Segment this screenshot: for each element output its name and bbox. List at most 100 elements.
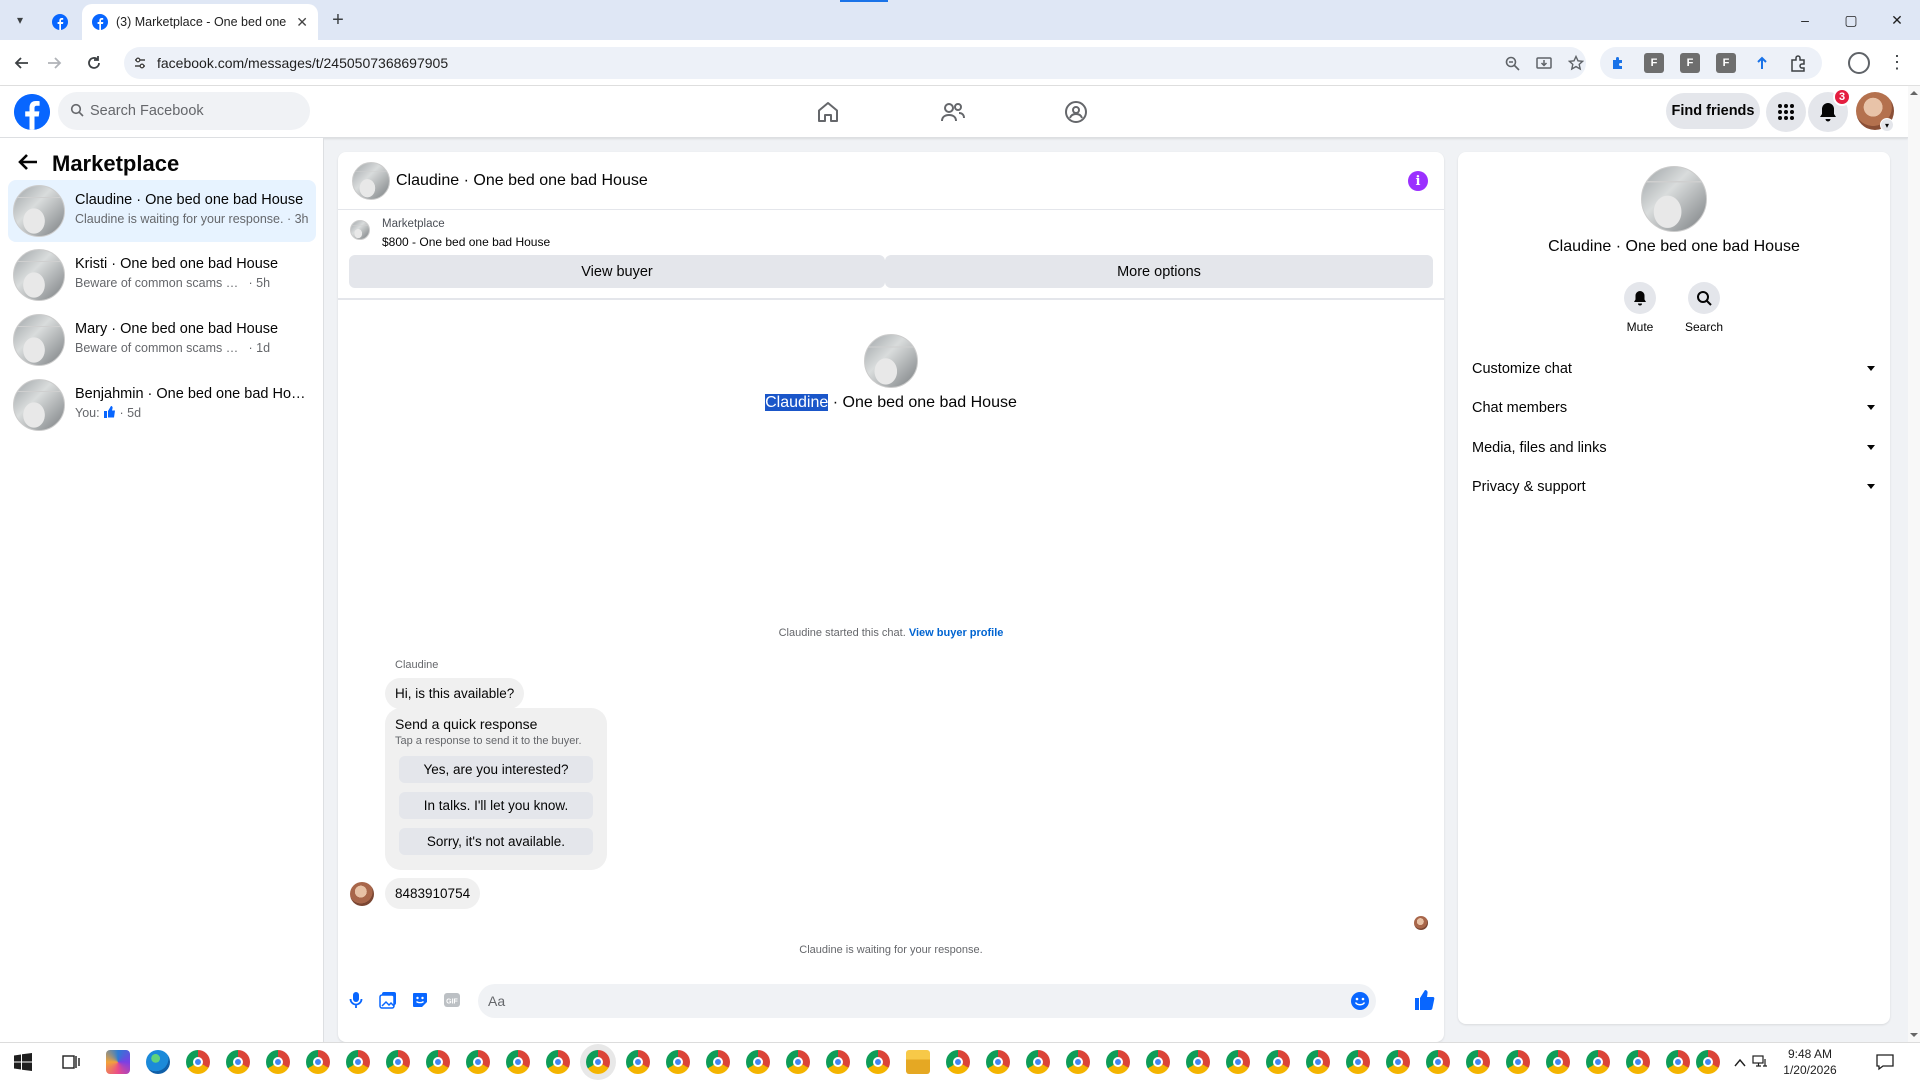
forward-icon[interactable] <box>42 51 66 75</box>
chrome-taskbar-icon[interactable] <box>1146 1050 1170 1074</box>
chrome-taskbar-icon[interactable] <box>1266 1050 1290 1074</box>
back-arrow-icon[interactable] <box>18 150 38 178</box>
copilot-icon[interactable] <box>106 1050 130 1074</box>
new-tab-button[interactable]: + <box>326 8 350 32</box>
site-info-icon[interactable] <box>130 53 150 73</box>
chrome-taskbar-icon[interactable] <box>226 1050 250 1074</box>
puzzle-extension-icon[interactable] <box>1608 53 1628 73</box>
chrome-taskbar-icon[interactable] <box>1026 1050 1050 1074</box>
restore-button[interactable]: ▢ <box>1828 0 1874 40</box>
chrome-taskbar-icon[interactable] <box>1306 1050 1330 1074</box>
chrome-taskbar-icon[interactable] <box>546 1050 570 1074</box>
chrome-taskbar-icon[interactable] <box>1186 1050 1210 1074</box>
photo-icon[interactable] <box>378 990 398 1010</box>
chrome-taskbar-icon[interactable] <box>1066 1050 1090 1074</box>
chrome-taskbar-icon[interactable] <box>1546 1050 1570 1074</box>
incoming-message-bubble[interactable]: Hi, is this available? <box>385 678 525 709</box>
chrome-taskbar-icon[interactable] <box>1106 1050 1130 1074</box>
chrome-taskbar-icon[interactable] <box>1426 1050 1450 1074</box>
chrome-taskbar-icon[interactable] <box>986 1050 1010 1074</box>
reload-icon[interactable] <box>82 51 106 75</box>
extension-f1-icon[interactable]: F <box>1644 53 1664 73</box>
notification-center-icon[interactable] <box>1876 1053 1894 1076</box>
close-window-button[interactable]: ✕ <box>1874 0 1920 40</box>
account-chevron-down-icon[interactable]: ▾ <box>1880 118 1894 132</box>
info-icon[interactable]: i <box>1408 171 1428 191</box>
windows-start-icon[interactable] <box>14 1053 32 1076</box>
chrome-taskbar-icon[interactable] <box>626 1050 650 1074</box>
conversation-item-claudine[interactable]: Claudine · One bed one bad House Claudin… <box>8 180 316 242</box>
extensions-menu-icon[interactable] <box>1788 53 1808 73</box>
view-buyer-profile-link[interactable]: View buyer profile <box>909 627 1004 639</box>
chrome-taskbar-icon[interactable] <box>266 1050 290 1074</box>
chrome-taskbar-icon[interactable] <box>1506 1050 1530 1074</box>
system-clock[interactable]: 9:48 AM 1/20/2026 <box>1772 1046 1848 1078</box>
conversation-item-benjahmin[interactable]: Benjahmin · One bed one bad Hou... You: … <box>8 374 316 436</box>
chrome-taskbar-icon[interactable] <box>666 1050 690 1074</box>
extension-f3-icon[interactable]: F <box>1716 53 1736 73</box>
chrome-taskbar-icon[interactable] <box>186 1050 210 1074</box>
chrome-taskbar-icon[interactable] <box>426 1050 450 1074</box>
install-app-icon[interactable] <box>1534 53 1554 73</box>
chrome-taskbar-icon[interactable] <box>826 1050 850 1074</box>
sender-avatar[interactable] <box>350 882 374 906</box>
chrome-taskbar-icon[interactable] <box>946 1050 970 1074</box>
back-icon[interactable] <box>10 51 34 75</box>
chrome-taskbar-icon[interactable] <box>746 1050 770 1074</box>
home-icon[interactable] <box>812 96 844 128</box>
tab-search-chevron-icon[interactable]: ▾ <box>8 8 32 32</box>
mute-button[interactable]: Mute <box>1610 282 1670 334</box>
sticker-icon[interactable] <box>410 990 430 1010</box>
chrome-taskbar-icon[interactable] <box>706 1050 730 1074</box>
search-conversation-button[interactable]: Search <box>1674 282 1734 334</box>
quick-response-not-available-button[interactable]: Sorry, it's not available. <box>399 828 593 855</box>
chrome-taskbar-icon[interactable] <box>1666 1050 1690 1074</box>
tray-chevron-up-icon[interactable] <box>1734 1055 1746 1073</box>
minimize-button[interactable]: – <box>1782 0 1828 40</box>
extension-f2-icon[interactable]: F <box>1680 53 1700 73</box>
customize-chat-section[interactable]: Customize chat <box>1472 354 1876 384</box>
media-files-links-section[interactable]: Media, files and links <box>1472 433 1876 463</box>
menu-grid-icon[interactable] <box>1766 92 1806 132</box>
pinned-facebook-tab[interactable] <box>44 6 76 38</box>
chrome-taskbar-icon[interactable] <box>506 1050 530 1074</box>
more-options-button[interactable]: More options <box>885 255 1433 288</box>
find-friends-button[interactable]: Find friends <box>1666 93 1760 129</box>
chrome-taskbar-icon[interactable] <box>1696 1050 1720 1074</box>
microphone-icon[interactable] <box>346 990 366 1010</box>
chrome-taskbar-icon[interactable] <box>466 1050 490 1074</box>
tab-close-icon[interactable]: ✕ <box>296 14 308 31</box>
chrome-taskbar-icon[interactable] <box>1466 1050 1490 1074</box>
listing-price-title[interactable]: $800 - One bed one bad House <box>382 235 550 249</box>
thumbs-up-send-icon[interactable] <box>1412 988 1436 1012</box>
network-icon[interactable] <box>1752 1054 1768 1073</box>
active-tab[interactable]: (3) Marketplace - One bed one ✕ <box>82 4 318 40</box>
bookmark-star-icon[interactable] <box>1566 53 1586 73</box>
browser-menu-icon[interactable]: ⋮ <box>1888 52 1906 73</box>
chrome-taskbar-icon[interactable] <box>786 1050 810 1074</box>
chat-members-section[interactable]: Chat members <box>1472 393 1876 423</box>
chrome-taskbar-icon[interactable] <box>386 1050 410 1074</box>
task-view-icon[interactable] <box>62 1053 80 1076</box>
conversation-item-mary[interactable]: Mary · One bed one bad House Beware of c… <box>8 309 316 371</box>
groups-icon[interactable] <box>1060 96 1092 128</box>
edge-browser-icon[interactable] <box>146 1050 170 1074</box>
chat-title[interactable]: Claudine · One bed one bad House <box>396 172 648 190</box>
file-explorer-icon[interactable] <box>906 1050 930 1074</box>
friends-icon[interactable] <box>937 96 969 128</box>
address-bar[interactable]: facebook.com/messages/t/2450507368697905 <box>124 47 1586 79</box>
view-buyer-button[interactable]: View buyer <box>349 255 885 288</box>
gif-icon[interactable]: GIF <box>442 990 462 1010</box>
chrome-taskbar-icon[interactable] <box>346 1050 370 1074</box>
quick-response-yes-button[interactable]: Yes, are you interested? <box>399 756 593 783</box>
chrome-taskbar-icon[interactable] <box>1586 1050 1610 1074</box>
chat-avatar[interactable] <box>352 162 390 200</box>
facebook-logo-icon[interactable] <box>14 94 50 130</box>
emoji-icon[interactable] <box>1350 991 1370 1016</box>
chrome-taskbar-icon[interactable] <box>1346 1050 1370 1074</box>
page-scrollbar[interactable] <box>1908 86 1920 1042</box>
incoming-message-bubble[interactable]: 8483910754 <box>385 878 481 909</box>
message-input[interactable]: Aa <box>478 984 1376 1018</box>
chrome-taskbar-icon[interactable] <box>306 1050 330 1074</box>
chrome-taskbar-icon[interactable] <box>1226 1050 1250 1074</box>
